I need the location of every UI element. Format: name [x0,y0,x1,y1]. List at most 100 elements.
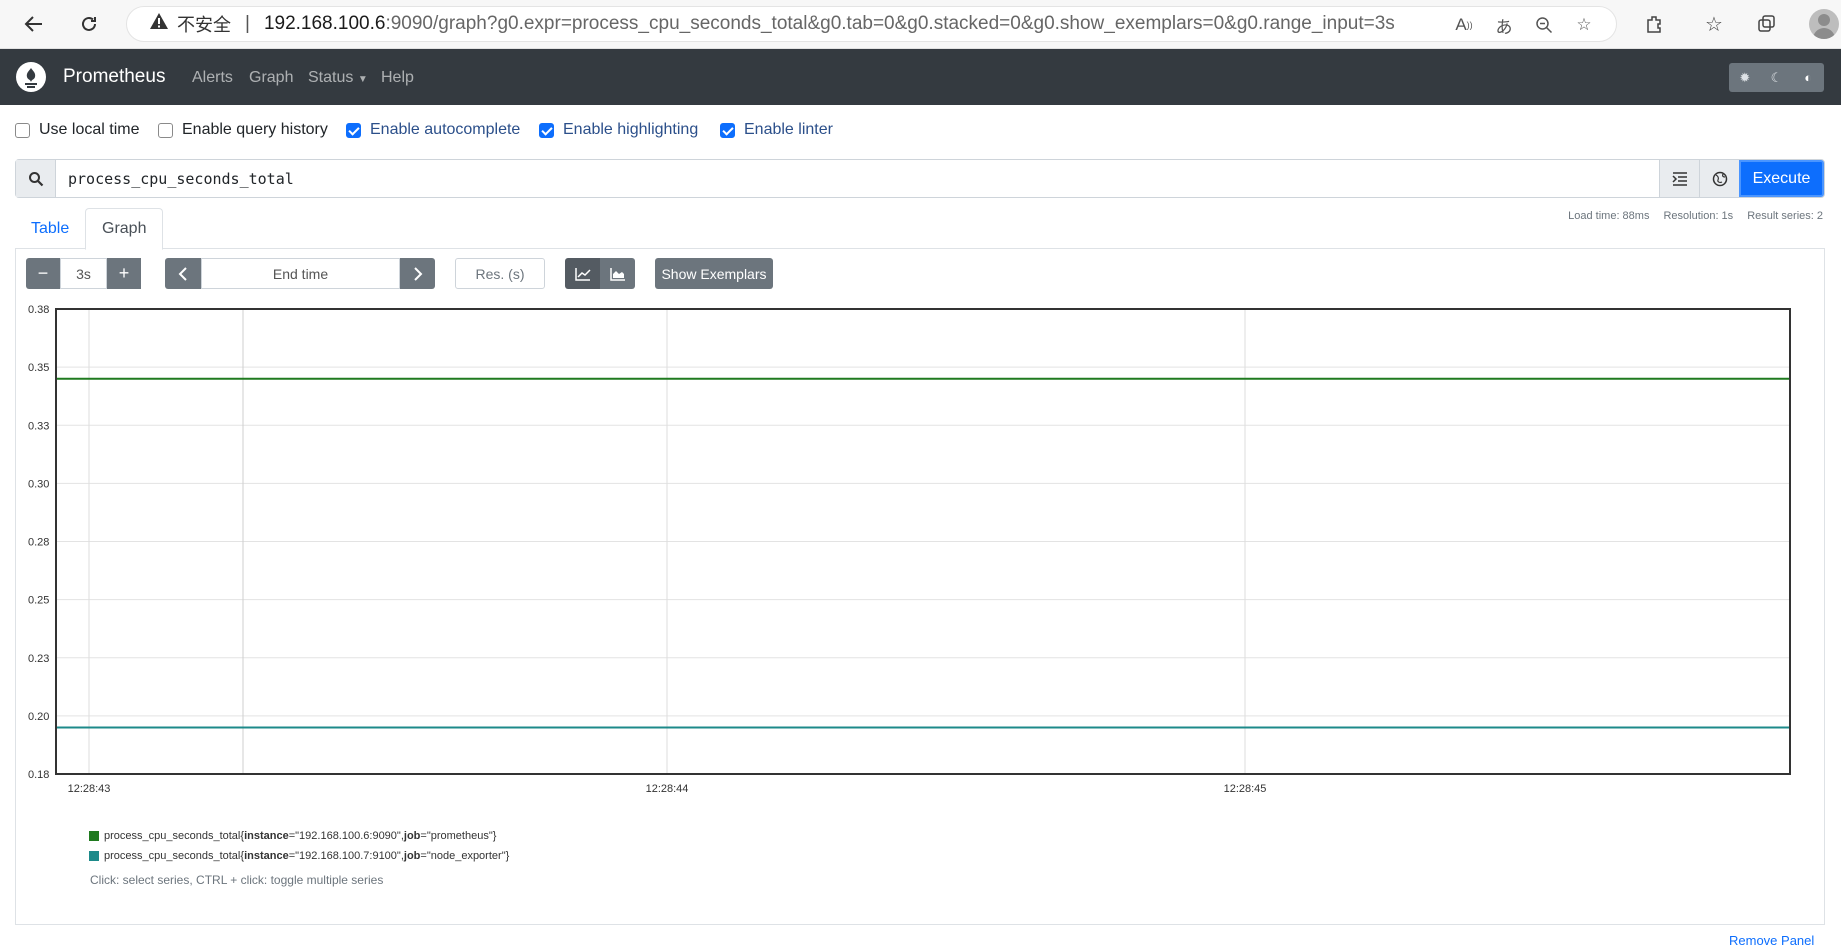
light-theme-icon[interactable]: ✹ [1729,63,1761,92]
zoom-out-icon[interactable] [1530,11,1558,39]
decrease-range-button[interactable]: − [26,258,60,289]
option-enable-query-history[interactable]: Enable query history [158,121,328,139]
format-expression-icon[interactable] [1659,160,1699,197]
chart-type-group [565,258,635,289]
prometheus-logo-icon[interactable] [16,62,46,92]
y-tick-label: 0.23 [28,653,49,665]
legend-swatch [89,851,99,861]
x-tick-label: 12:28:44 [646,783,689,795]
browser-toolbar: 不安全 | 192.168.100.6:9090/graph?g0.expr=p… [0,0,1841,49]
end-time-input[interactable]: End time [201,258,400,289]
url-host: 192.168.100.6 [263,13,386,34]
y-tick-label: 0.28 [28,537,49,549]
security-warning-text: 不安全 [177,15,231,35]
nav-help[interactable]: Help [381,69,414,87]
legend-swatch [89,831,99,841]
auto-theme-icon[interactable]: ◐ [1792,63,1824,92]
checkbox-use-local-time[interactable] [15,122,30,138]
refresh-icon[interactable] [72,7,106,41]
y-tick-label: 0.38 [28,304,49,316]
legend-key-instance: instance [244,850,289,862]
address-separator: | [245,13,250,34]
next-time-button[interactable] [400,258,435,289]
theme-toggle-group: ✹ ☾ ◐ [1729,63,1824,92]
query-stats: Load time: 88ms Resolution: 1s Result se… [1568,210,1823,222]
translate-icon[interactable]: あ [1490,11,1518,39]
prometheus-navbar: Prometheus Alerts Graph Status ▼ Help ✹ … [0,49,1841,105]
legend-instance-value: 192.168.100.7:9100 [299,850,397,862]
search-icon [16,160,56,197]
extensions-icon[interactable] [1637,7,1671,41]
nav-status[interactable]: Status ▼ [308,69,368,87]
query-bar: process_cpu_seconds_total Execute [15,159,1825,198]
increase-range-button[interactable]: + [107,258,141,289]
load-time: Load time: 88ms [1568,210,1650,222]
option-label: Enable query history [182,121,328,138]
nav-status-label: Status [308,69,354,86]
line-chart: 0.38 0.35 0.33 0.30 0.28 0.25 0.23 0.20 0.18 12:2… [28,304,1791,795]
read-aloud-icon[interactable]: A)) [1450,11,1478,39]
option-label: Enable highlighting [563,121,699,138]
y-tick-label: 0.33 [28,420,49,432]
option-label: Enable autocomplete [370,121,521,138]
favorites-icon[interactable]: ☆ [1697,7,1731,41]
dark-theme-icon[interactable]: ☾ [1761,63,1793,92]
option-label: Enable linter [744,121,833,138]
option-enable-autocomplete[interactable]: Enable autocomplete [346,121,520,139]
legend-key-job: job [403,830,421,842]
end-time-control: End time [165,258,435,289]
profile-avatar[interactable] [1809,9,1839,39]
prev-time-button[interactable] [165,258,201,289]
option-enable-linter[interactable]: Enable linter [720,121,833,139]
warning-icon [149,12,169,36]
url-path: :9090/graph?g0.expr=process_cpu_seconds_… [385,13,1395,34]
y-tick-label: 0.18 [28,769,49,781]
y-tick-label: 0.35 [28,362,49,374]
metrics-explorer-icon[interactable] [1699,160,1739,197]
resolution-input[interactable]: Res. (s) [455,258,545,289]
line-chart-icon[interactable] [565,258,600,289]
chart-legend: process_cpu_seconds_total{instance =" 192.… [89,826,509,866]
legend-job-value: prometheus [430,830,489,842]
x-tick-label: 12:28:45 [1224,783,1267,795]
nav-alerts[interactable]: Alerts [192,69,233,87]
remove-panel-link[interactable]: Remove Panel [1729,933,1814,948]
range-input[interactable]: 3s [60,258,107,289]
show-exemplars-button[interactable]: Show Exemplars [655,258,773,289]
legend-item[interactable]: process_cpu_seconds_total{instance =" 192.… [89,826,509,846]
legend-item[interactable]: process_cpu_seconds_total{instance =" 192.… [89,846,509,866]
collections-icon[interactable] [1750,7,1784,41]
option-label: Use local time [39,121,140,138]
x-tick-label: 12:28:43 [68,783,111,795]
favorite-star-icon[interactable]: ☆ [1570,11,1598,39]
address-bar[interactable]: 不安全 | 192.168.100.6:9090/graph?g0.expr=p… [126,6,1617,42]
panel-tabs: Table Graph [15,208,1825,250]
range-control: − 3s + [26,258,145,289]
nav-graph[interactable]: Graph [249,69,293,87]
y-tick-label: 0.25 [28,595,49,607]
legend-metric: process_cpu_seconds_total [104,830,241,842]
legend-instance-value: 192.168.100.6:9090 [299,830,397,842]
checkbox-enable-query-history[interactable] [158,122,173,138]
expression-input[interactable]: process_cpu_seconds_total [56,160,1659,197]
y-tick-label: 0.20 [28,711,49,723]
execute-button[interactable]: Execute [1739,160,1824,197]
checkbox-enable-linter[interactable] [720,122,735,138]
back-icon[interactable] [17,7,51,41]
tab-table[interactable]: Table [15,208,85,249]
checkbox-enable-highlighting[interactable] [539,122,554,138]
legend-hint: Click: select series, CTRL + click: togg… [90,873,384,887]
tab-graph[interactable]: Graph [85,208,164,250]
checkbox-enable-autocomplete[interactable] [346,122,361,138]
legend-metric: process_cpu_seconds_total [104,850,241,862]
option-enable-highlighting[interactable]: Enable highlighting [539,121,698,139]
stacked-chart-icon[interactable] [600,258,635,289]
legend-key-job: job [403,850,421,862]
caret-down-icon: ▼ [357,74,368,85]
result-series: Result series: 2 [1747,210,1823,222]
resolution: Resolution: 1s [1663,210,1734,222]
option-use-local-time[interactable]: Use local time [15,121,139,139]
brand-title[interactable]: Prometheus [63,66,165,88]
y-tick-label: 0.30 [28,478,49,490]
legend-key-instance: instance [244,830,289,842]
